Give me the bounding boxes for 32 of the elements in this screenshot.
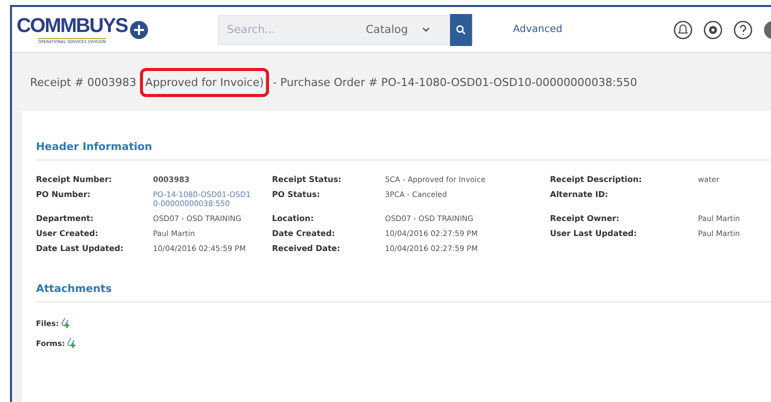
field-label: Alternate ID:	[550, 190, 610, 201]
search-field[interactable]: Search... Catalog	[218, 14, 473, 44]
purchase-order-title: - Purchase Order # PO-14-1080-OSD01-OSD10-00000000038:550	[272, 76, 638, 88]
field-label: Location:	[272, 214, 315, 223]
field-label: User Created:	[36, 229, 100, 238]
field-label: Received Date:	[272, 244, 342, 253]
section-heading: Attachments	[36, 283, 771, 303]
field-label: Receipt Status:	[272, 175, 342, 184]
field-label: Department:	[36, 214, 94, 223]
help-icon[interactable]	[733, 20, 753, 40]
add-file-icon[interactable]	[60, 317, 71, 329]
search-button[interactable]	[450, 14, 472, 46]
advanced-link[interactable]: Advanced	[513, 24, 562, 35]
bell-icon[interactable]	[673, 20, 693, 40]
field-label: Receipt Number:	[36, 175, 113, 184]
highlighted-status: Approved for Invoice)	[140, 68, 269, 96]
field-label: Date Last Updated:	[36, 244, 124, 253]
add-icon[interactable]	[130, 20, 148, 38]
field-label: Date Created:	[272, 229, 336, 238]
field-label: PO Status:	[272, 190, 321, 201]
scope-dropdown[interactable]: Catalog	[366, 23, 430, 36]
search-icon	[456, 24, 466, 34]
receipt-title: Receipt # 0003983	[30, 76, 136, 88]
section-heading: Header Information	[36, 141, 771, 161]
add-file-icon[interactable]	[66, 337, 77, 349]
caret-icon	[422, 26, 430, 32]
field-label: Receipt Owner:	[550, 214, 620, 223]
logo: COMMBUYS	[16, 15, 128, 38]
field-label: User Last Updated:	[550, 229, 638, 238]
field-label: PO Number:	[36, 190, 92, 201]
field-label: Receipt Description:	[550, 175, 643, 184]
settings-icon[interactable]	[703, 20, 723, 40]
